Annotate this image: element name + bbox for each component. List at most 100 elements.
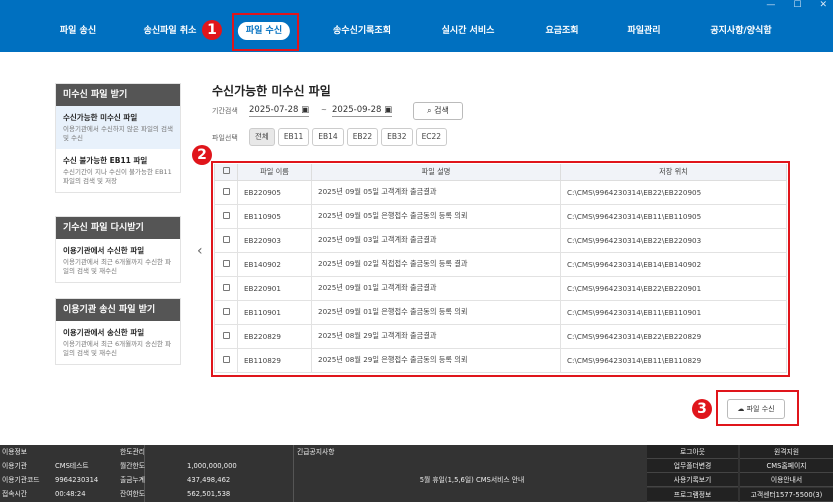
chevron-left-icon[interactable]: ‹ bbox=[197, 243, 203, 259]
maximize-button[interactable]: ☐ bbox=[793, 0, 801, 10]
save-path-cell: C:\CMS\9964230314\EB22\EB220905 bbox=[560, 179, 787, 205]
save-path-cell: C:\CMS\9964230314\EB22\EB220903 bbox=[560, 227, 787, 253]
close-button[interactable]: ✕ bbox=[819, 0, 827, 10]
period-label: 기간검색 bbox=[212, 107, 238, 115]
sidebar-card-header: 미수신 파일 받기 bbox=[56, 84, 180, 106]
nav-item[interactable]: 송신파일 취소 bbox=[144, 22, 197, 40]
footer-button[interactable]: 프로그램정보 bbox=[647, 488, 738, 502]
limit-label: 월간한도 bbox=[120, 462, 146, 470]
cloud-download-icon: ☁ bbox=[737, 405, 745, 413]
limit-label: 잔여한도 bbox=[120, 490, 146, 498]
info-label: 이용기관코드 bbox=[2, 476, 40, 484]
footer-button[interactable]: 사용기록보기 bbox=[647, 473, 738, 487]
sidebar-item-desc: 이용기관에서 수신하지 않은 파일의 검색 및 수신 bbox=[63, 125, 173, 142]
sidebar-item-desc: 이용기관에서 최근 6개월까지 수신한 파일의 검색 및 재수신 bbox=[63, 258, 172, 275]
file-desc-cell: 2025년 09월 03일 고객계좌 출금결과 bbox=[311, 227, 561, 253]
table-row[interactable]: EB110905 2025년 09월 05일 은행접수 출금동의 등록 의뢰 C:\… bbox=[214, 203, 787, 229]
step-badge-1: 1 bbox=[202, 20, 222, 40]
select-all-checkbox[interactable] bbox=[222, 167, 230, 175]
info-value: 9964230314 bbox=[55, 476, 99, 484]
row-checkbox[interactable] bbox=[222, 283, 230, 291]
sidebar-item-title: 이용기관에서 송신한 파일 bbox=[63, 328, 145, 337]
footer-button[interactable]: 업무폴더변경 bbox=[647, 459, 738, 473]
row-checkbox[interactable] bbox=[222, 331, 230, 339]
file-desc-cell: 2025년 08월 29일 고객계좌 출금결과 bbox=[311, 323, 561, 349]
save-path-cell: C:\CMS\9964230314\EB22\EB220901 bbox=[560, 275, 787, 301]
file-name-cell: EB220901 bbox=[237, 275, 312, 301]
file-desc-cell: 2025년 09월 02일 직접접수 출금동의 등록 결과 bbox=[311, 251, 561, 277]
sidebar-item[interactable]: 이용기관에서 수신한 파일 이용기관에서 최근 6개월까지 수신한 파일의 검색 … bbox=[56, 239, 180, 282]
status-footer: 이용정보 한도관리 긴급공지사항 5월 휴일(1,5,6일) CMS서비스 안내… bbox=[0, 445, 833, 502]
receive-file-button[interactable]: ☁ 파일 수신 bbox=[727, 399, 785, 419]
file-name-cell: EB140902 bbox=[237, 251, 312, 277]
nav-item[interactable]: 실시간 서비스 bbox=[442, 22, 495, 40]
file-type-chip[interactable]: EB11 bbox=[277, 128, 310, 146]
row-checkbox-cell bbox=[214, 179, 238, 205]
file-name-cell: EB220903 bbox=[237, 227, 312, 253]
date-to-value: 2025-09-28 bbox=[332, 105, 382, 115]
sidebar-item-title: 수신가능한 미수신 파일 bbox=[63, 113, 138, 122]
col-file-name: 파일 이름 bbox=[237, 164, 312, 181]
footer-button[interactable]: 고객센터1577-5500(3) bbox=[740, 488, 833, 502]
file-type-chip[interactable]: EB32 bbox=[381, 128, 413, 146]
info-value: 00:48:24 bbox=[55, 490, 86, 498]
limit-value: 562,501,538 bbox=[187, 490, 231, 498]
table-row[interactable]: EB110901 2025년 09월 01일 은행접수 출금동의 등록 의뢰 C:\… bbox=[214, 299, 787, 325]
date-to-input[interactable]: 2025-09-28 ▣ bbox=[332, 105, 393, 117]
row-checkbox-cell bbox=[214, 251, 238, 277]
file-type-chip[interactable]: EC22 bbox=[415, 128, 448, 146]
info-label: 이용기관 bbox=[2, 462, 28, 470]
nav-item[interactable]: 파일관리 bbox=[627, 22, 660, 40]
file-type-chip[interactable]: EB14 bbox=[312, 128, 344, 146]
nav-item[interactable]: 송수신기록조회 bbox=[333, 22, 391, 40]
file-desc-cell: 2025년 09월 05일 은행접수 출금동의 등록 의뢰 bbox=[311, 203, 561, 229]
footer-button[interactable]: 원격지원 bbox=[740, 445, 833, 459]
table-row[interactable]: EB140902 2025년 09월 02일 직접접수 출금동의 등록 결과 C:\… bbox=[214, 251, 787, 277]
file-type-chip[interactable]: EB22 bbox=[346, 128, 379, 146]
calendar-icon[interactable]: ▣ bbox=[301, 105, 309, 115]
file-type-chip[interactable]: 전체 bbox=[249, 128, 275, 146]
row-checkbox[interactable] bbox=[222, 307, 230, 315]
row-checkbox-cell bbox=[214, 203, 238, 229]
step-badge-2: 2 bbox=[192, 145, 212, 165]
footer-button[interactable]: 이용안내서 bbox=[740, 473, 833, 487]
row-checkbox-cell bbox=[214, 227, 238, 253]
row-checkbox-cell bbox=[214, 299, 238, 325]
footer-button[interactable]: CMS홈페이지 bbox=[740, 459, 833, 473]
save-path-cell: C:\CMS\9964230314\EB11\EB110905 bbox=[560, 203, 787, 229]
search-button[interactable]: ⌕ 검색 bbox=[413, 102, 463, 120]
table-row[interactable]: EB220905 2025년 09월 05일 고객계좌 출금결과 C:\CMS\99… bbox=[214, 179, 787, 205]
notice-header: 긴급공지사항 bbox=[297, 448, 335, 456]
limit-label: 출금누계 bbox=[120, 476, 146, 484]
table-row[interactable]: EB110829 2025년 08월 29일 은행접수 출금동의 등록 의뢰 C:\… bbox=[214, 347, 787, 373]
table-row[interactable]: EB220901 2025년 09월 01일 고객계좌 출금결과 C:\CMS\99… bbox=[214, 275, 787, 301]
row-checkbox[interactable] bbox=[222, 211, 230, 219]
table-row[interactable]: EB220829 2025년 08월 29일 고객계좌 출금결과 C:\CMS\99… bbox=[214, 323, 787, 349]
save-path-cell: C:\CMS\9964230314\EB14\EB140902 bbox=[560, 251, 787, 277]
row-checkbox[interactable] bbox=[222, 355, 230, 363]
notice-text[interactable]: 5월 휴일(1,5,6일) CMS서비스 안내 bbox=[297, 473, 647, 487]
table-row[interactable]: EB220903 2025년 09월 03일 고객계좌 출금결과 C:\CMS\99… bbox=[214, 227, 787, 253]
sidebar-item[interactable]: 이용기관에서 송신한 파일 이용기관에서 최근 6개월까지 송신한 파일의 검색 … bbox=[56, 321, 180, 364]
info-header: 이용정보 bbox=[2, 448, 28, 456]
highlight-box-1 bbox=[232, 13, 299, 51]
calendar-icon[interactable]: ▣ bbox=[384, 105, 392, 115]
nav-item[interactable]: 공지사항/양식함 bbox=[710, 22, 771, 40]
sidebar-item[interactable]: 수신가능한 미수신 파일이용기관에서 수신하지 않은 파일의 검색 및 수신 bbox=[56, 106, 180, 149]
row-checkbox[interactable] bbox=[222, 235, 230, 243]
sidebar-item[interactable]: 수신 불가능한 EB11 파일 수신기간이 지나 수신이 불가능한 EB11 파일… bbox=[56, 149, 180, 192]
minimize-button[interactable]: — bbox=[766, 0, 775, 10]
search-label: 검색 bbox=[434, 106, 449, 115]
info-value: CMS테스트 bbox=[55, 462, 89, 470]
sidebar-card: 기수신 파일 다시받기 이용기관에서 수신한 파일 이용기관에서 최근 6개월까지 … bbox=[55, 216, 181, 283]
file-desc-cell: 2025년 08월 29일 은행접수 출금동의 등록 의뢰 bbox=[311, 347, 561, 373]
date-from-input[interactable]: 2025-07-28 ▣ bbox=[249, 105, 310, 117]
row-checkbox[interactable] bbox=[222, 187, 230, 195]
search-icon: ⌕ bbox=[427, 106, 432, 115]
nav-item[interactable]: 파일 송신 bbox=[60, 22, 96, 40]
file-name-cell: EB110901 bbox=[237, 299, 312, 325]
info-label: 접속시간 bbox=[2, 490, 28, 498]
nav-item[interactable]: 요금조회 bbox=[545, 22, 578, 40]
row-checkbox[interactable] bbox=[222, 259, 230, 267]
footer-button[interactable]: 로그아웃 bbox=[647, 445, 738, 459]
